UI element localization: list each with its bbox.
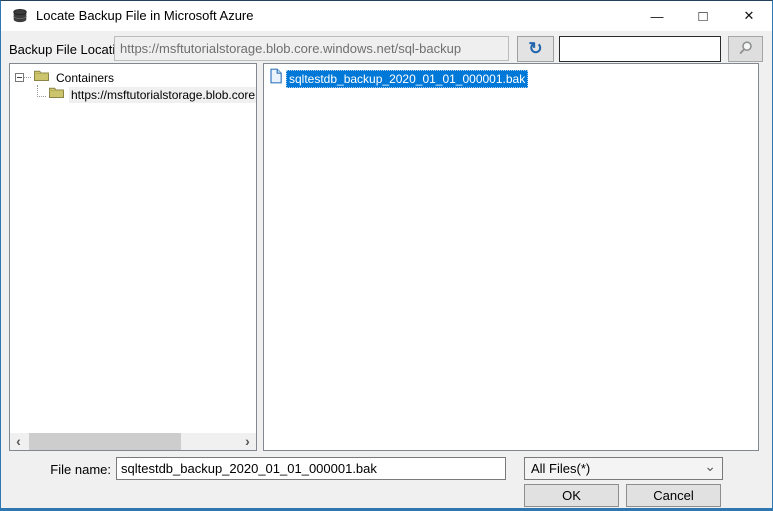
tree-connector xyxy=(24,77,31,78)
window-controls: — □ ✕ xyxy=(634,1,772,31)
refresh-icon: ↻ xyxy=(528,38,543,58)
file-list-panel: sqltestdb_backup_2020_01_01_000001.bak xyxy=(263,63,759,451)
tree-item-container-url[interactable]: https://msftutorialstorage.blob.core.win… xyxy=(37,84,256,104)
search-button[interactable] xyxy=(728,36,763,62)
title-bar: Locate Backup File in Microsoft Azure — … xyxy=(1,1,772,31)
scroll-left-button[interactable]: ‹ xyxy=(10,433,27,450)
close-button[interactable]: ✕ xyxy=(726,1,772,31)
horizontal-scrollbar[interactable]: ‹ › xyxy=(10,433,256,450)
scroll-left-icon: ‹ xyxy=(16,433,21,449)
maximize-button[interactable]: □ xyxy=(680,1,726,31)
search-input[interactable] xyxy=(559,36,721,62)
minimize-icon: — xyxy=(650,8,664,24)
refresh-button[interactable]: ↻ xyxy=(517,36,554,62)
file-type-selected: All Files(*) xyxy=(531,461,591,476)
locate-backup-dialog: Locate Backup File in Microsoft Azure — … xyxy=(0,0,773,511)
ok-button[interactable]: OK xyxy=(524,484,619,507)
file-name-label: File name: xyxy=(50,462,111,477)
file-name-selected[interactable]: sqltestdb_backup_2020_01_01_000001.bak xyxy=(286,69,529,88)
scrollbar-thumb[interactable] xyxy=(29,433,181,450)
cancel-button[interactable]: Cancel xyxy=(626,484,721,507)
database-icon xyxy=(12,8,28,29)
file-list-item[interactable]: sqltestdb_backup_2020_01_01_000001.bak xyxy=(269,68,529,89)
close-icon: ✕ xyxy=(743,8,755,23)
scroll-right-button[interactable]: › xyxy=(239,433,256,450)
scroll-right-icon: › xyxy=(245,433,250,449)
maximize-icon: □ xyxy=(698,7,708,25)
tree-connector xyxy=(37,84,46,97)
backup-file-location-input xyxy=(114,36,509,61)
tree-item-label[interactable]: Containers xyxy=(54,70,116,86)
file-type-dropdown[interactable]: All Files(*) ⌄ xyxy=(524,457,723,480)
folder-icon xyxy=(48,86,65,104)
chevron-down-icon: ⌄ xyxy=(704,457,716,474)
file-name-input[interactable] xyxy=(116,457,506,480)
tree-item-containers[interactable]: Containers xyxy=(15,69,116,86)
containers-tree-panel: Containers https://msftutorialstorage.bl… xyxy=(9,63,257,451)
backup-file-location-label: Backup File Location xyxy=(9,42,130,57)
collapse-icon[interactable] xyxy=(15,73,24,82)
window-title: Locate Backup File in Microsoft Azure xyxy=(36,8,254,23)
tree-item-label[interactable]: https://msftutorialstorage.blob.core.win… xyxy=(69,86,256,103)
search-icon xyxy=(738,40,754,59)
file-icon xyxy=(269,68,283,89)
minimize-button[interactable]: — xyxy=(634,1,680,31)
